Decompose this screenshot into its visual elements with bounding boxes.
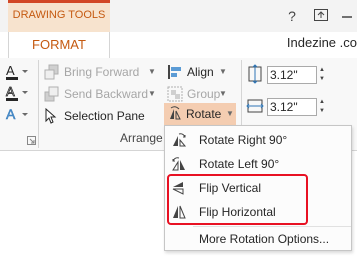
bring-forward-label: Bring Forward bbox=[64, 65, 140, 79]
shape-width-input[interactable]: 3.12" bbox=[267, 98, 317, 116]
rotate-label: Rotate bbox=[186, 107, 222, 121]
group-separator bbox=[38, 60, 39, 148]
bring-forward-icon bbox=[44, 64, 59, 80]
align-icon bbox=[168, 65, 181, 79]
highlight-box bbox=[167, 174, 308, 225]
rotate-icon bbox=[170, 106, 181, 120]
chevron-down-icon: ▼ bbox=[148, 89, 156, 98]
svg-text:A: A bbox=[6, 106, 16, 122]
menu-item-label: Rotate Right 90° bbox=[199, 133, 288, 147]
height-spinner[interactable]: ▲ ▼ bbox=[317, 66, 327, 84]
align-button[interactable]: Align ▼ bbox=[165, 62, 237, 82]
chevron-down-icon: ▼ bbox=[226, 109, 234, 118]
text-fill-button[interactable]: A bbox=[4, 62, 34, 85]
align-label: Align bbox=[187, 65, 214, 79]
drawing-tools-label: DRAWING TOOLS bbox=[12, 9, 106, 21]
bring-forward-button[interactable]: Bring Forward ▼ bbox=[44, 62, 158, 82]
group-button[interactable]: Group ▼ bbox=[165, 84, 237, 104]
minimize-icon[interactable] bbox=[338, 7, 356, 25]
rotate-right-icon bbox=[173, 133, 187, 147]
tab-format[interactable]: FORMAT bbox=[8, 32, 110, 59]
rotate-button[interactable]: Rotate ▼ bbox=[164, 103, 236, 125]
selection-pane-label: Selection Pane bbox=[64, 109, 145, 123]
send-backward-icon bbox=[44, 86, 59, 102]
shape-height-icon bbox=[246, 64, 264, 87]
shape-height-input[interactable]: 3.12" bbox=[267, 66, 317, 84]
selection-pane-icon bbox=[45, 108, 57, 124]
svg-text:A: A bbox=[6, 63, 15, 78]
chevron-down-icon: ▼ bbox=[148, 67, 156, 76]
send-backward-label: Send Backward bbox=[64, 87, 149, 101]
menu-item-label: More Rotation Options... bbox=[199, 232, 330, 246]
text-outline-button[interactable]: A bbox=[4, 83, 34, 106]
selection-pane-button[interactable]: Selection Pane bbox=[44, 106, 158, 126]
shape-width-icon bbox=[246, 96, 264, 119]
drawing-tools-context-tab: DRAWING TOOLS bbox=[8, 0, 110, 32]
rotate-left-icon bbox=[172, 157, 185, 171]
tab-format-label: FORMAT bbox=[32, 37, 86, 52]
group-icon bbox=[167, 86, 183, 102]
send-backward-button[interactable]: Send Backward ▼ bbox=[44, 84, 158, 104]
arrange-group-label: Arrange bbox=[120, 131, 163, 145]
menu-item-rotate-left[interactable]: Rotate Left 90° bbox=[165, 152, 351, 176]
text-effects-button[interactable]: A bbox=[4, 105, 34, 128]
account-name[interactable]: Indezine .co bbox=[287, 35, 357, 50]
chevron-down-icon: ▼ bbox=[219, 89, 227, 98]
width-spinner[interactable]: ▲ ▼ bbox=[317, 98, 327, 116]
help-icon[interactable]: ? bbox=[283, 7, 301, 25]
chevron-down-icon: ▼ bbox=[219, 67, 227, 76]
group-label: Group bbox=[187, 87, 221, 101]
ribbon-display-icon[interactable] bbox=[312, 7, 330, 25]
menu-item-label: Rotate Left 90° bbox=[199, 157, 280, 171]
dialog-launcher-icon[interactable] bbox=[27, 134, 36, 148]
menu-item-rotate-right[interactable]: Rotate Right 90° bbox=[165, 128, 351, 152]
svg-text:A: A bbox=[6, 84, 15, 99]
menu-item-more-rotation-options[interactable]: More Rotation Options... bbox=[165, 227, 351, 251]
